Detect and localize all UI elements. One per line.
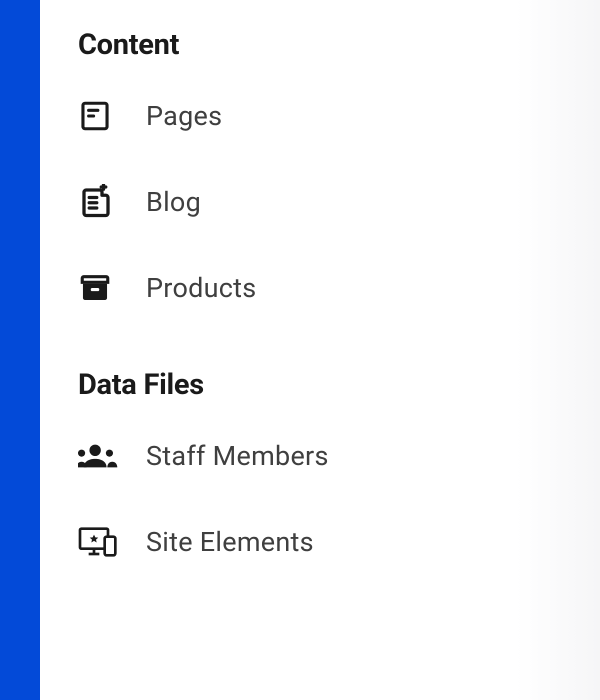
sidebar-item-products[interactable]: Products — [78, 270, 562, 306]
staff-icon — [78, 438, 118, 474]
blue-accent-strip — [0, 0, 40, 700]
sidebar-item-site-elements[interactable]: Site Elements — [78, 524, 562, 560]
blog-icon — [78, 184, 118, 220]
sidebar-item-blog[interactable]: Blog — [78, 184, 562, 220]
section-heading-data-files: Data Files — [78, 368, 562, 402]
sidebar-item-label: Staff Members — [146, 440, 329, 472]
sidebar: Content Pages Blog — [40, 0, 600, 700]
sidebar-item-staff-members[interactable]: Staff Members — [78, 438, 562, 474]
devices-icon — [78, 524, 118, 560]
sidebar-item-label: Products — [146, 272, 257, 304]
sidebar-item-pages[interactable]: Pages — [78, 98, 562, 134]
sidebar-item-label: Pages — [146, 100, 222, 132]
products-icon — [78, 270, 118, 306]
sidebar-item-label: Site Elements — [146, 526, 314, 558]
sidebar-item-label: Blog — [146, 186, 201, 218]
page-icon — [78, 98, 118, 134]
section-heading-content: Content — [78, 28, 562, 62]
